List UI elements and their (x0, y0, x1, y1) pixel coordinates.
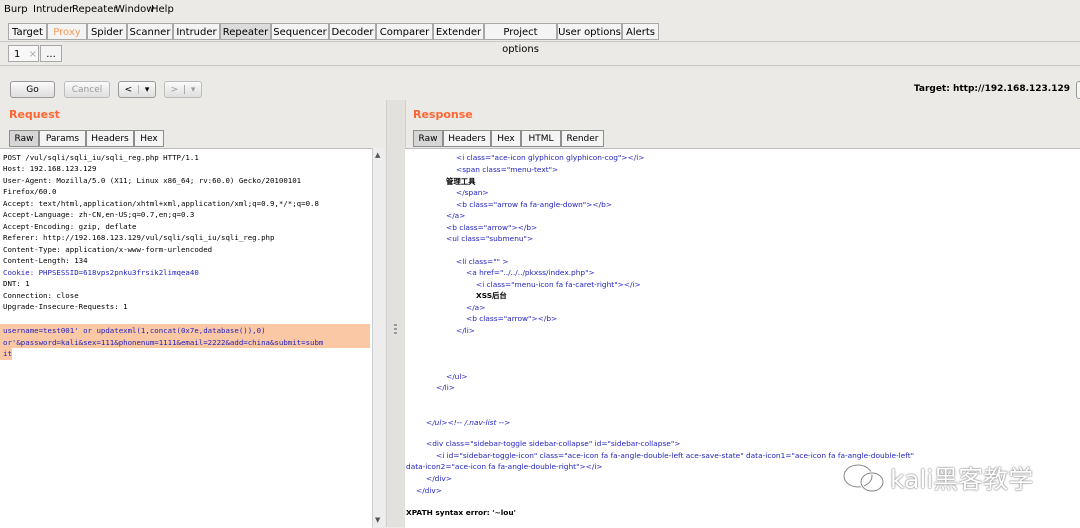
tab-target[interactable]: Target (8, 23, 47, 40)
response-tab-hex[interactable]: Hex (491, 130, 521, 147)
back-button[interactable]: < | ▾ (118, 81, 156, 98)
tab-repeater[interactable]: Repeater (220, 23, 271, 40)
forward-arrow-icon: > (170, 85, 179, 95)
chevron-down-icon: ▾ (144, 85, 150, 95)
response-line: <i class="ace-icon glyphicon glyphicon-c… (456, 153, 645, 162)
request-tab-raw[interactable]: Raw (9, 130, 39, 147)
tab-extender[interactable]: Extender (433, 23, 484, 40)
scroll-up-icon[interactable]: ▲ (375, 151, 380, 159)
xpath-error: XPATH syntax error: '~lou' (406, 508, 516, 517)
watermark-text: kali黑客教学 (890, 465, 1034, 494)
response-line: </span> (456, 188, 489, 197)
header-upgrade: Upgrade-Insecure-Requests: 1 (3, 302, 128, 311)
request-tab-hex[interactable]: Hex (134, 130, 164, 147)
wechat-icon (842, 463, 885, 493)
request-tab-params[interactable]: Params (39, 130, 86, 147)
menu-bar: Burp Intruder Repeater Window Help (0, 0, 1080, 20)
menu-burp[interactable]: Burp (4, 4, 28, 15)
request-body-line: or'&password=kali&sex=111&phonenum=1111&… (3, 338, 324, 347)
response-line: </ul> (446, 372, 468, 381)
response-line: </a> (466, 303, 486, 312)
menu-help[interactable]: Help (151, 4, 174, 15)
tab-sequencer[interactable]: Sequencer (271, 23, 329, 40)
header-host: Host: 192.168.123.129 (3, 164, 97, 173)
header-user-agent-cont: Firefox/60.0 (3, 187, 57, 196)
target-label: Target: http://192.168.123.129 (913, 84, 1070, 94)
header-content-type: Content-Type: application/x-www-form-url… (3, 245, 213, 254)
response-tab-raw[interactable]: Raw (413, 130, 443, 147)
request-editor[interactable]: POST /vul/sqli/sqli_iu/sqli_reg.php HTTP… (0, 148, 372, 528)
tab-alerts[interactable]: Alerts (622, 23, 659, 40)
header-cookie: Cookie: PHPSESSID=618vps2pnku3frsik2limq… (3, 268, 199, 277)
response-line: </li> (436, 383, 455, 392)
request-body-line: username=test001' or updatexml(1,concat(… (3, 326, 266, 335)
response-line: <i class="menu-icon fa fa-caret-right"><… (476, 280, 641, 289)
tool-tabs: Target Proxy Spider Scanner Intruder Rep… (0, 20, 1080, 55)
response-line: <b class="arrow fa fa-angle-down"></b> (456, 200, 612, 209)
response-line: 管理工具 (446, 177, 476, 186)
response-line: data-icon2="ace-icon fa fa-angle-double-… (406, 462, 603, 471)
tab-scanner[interactable]: Scanner (127, 23, 173, 40)
repeater-tab-label: 1 (14, 49, 21, 60)
go-button[interactable]: Go (10, 81, 55, 98)
tab-proxy[interactable]: Proxy (47, 23, 87, 40)
response-line: </div> (426, 474, 452, 483)
response-line: </a> (446, 211, 466, 220)
header-accept: Accept: text/html,application/xhtml+xml,… (3, 199, 319, 208)
split-pane-divider[interactable] (386, 100, 406, 527)
menu-repeater[interactable]: Repeater (72, 4, 117, 15)
header-dnt: DNT: 1 (3, 279, 30, 288)
new-tab-button[interactable]: ... (40, 45, 62, 62)
response-tab-html[interactable]: HTML (521, 130, 561, 147)
header-referer: Referer: http://192.168.123.129/vul/sqli… (3, 233, 275, 242)
cancel-button[interactable]: Cancel (64, 81, 110, 98)
menu-window[interactable]: Window (115, 4, 154, 15)
header-user-agent: User-Agent: Mozilla/5.0 (X11; Linux x86_… (3, 176, 302, 185)
tab-spider[interactable]: Spider (87, 23, 127, 40)
close-icon[interactable]: × (29, 49, 37, 60)
response-line: </div> (416, 486, 442, 495)
tab-user-options[interactable]: User options (557, 23, 622, 40)
request-line: POST /vul/sqli/sqli_iu/sqli_reg.php HTTP… (3, 153, 199, 162)
grip (394, 332, 397, 334)
chevron-down-icon: ▾ (190, 85, 196, 95)
repeater-tab-1[interactable]: 1 × (8, 45, 39, 62)
tab-comparer[interactable]: Comparer (376, 23, 433, 40)
header-accept-language: Accept-Language: zh-CN,en-US;q=0.7,en;q=… (3, 210, 195, 219)
tab-intruder[interactable]: Intruder (173, 23, 220, 40)
tab-project-options[interactable]: Project options (484, 23, 557, 55)
request-scrollbar[interactable]: ▲ ▼ (372, 148, 385, 527)
header-connection: Connection: close (3, 291, 79, 300)
response-line: <div class="sidebar-toggle sidebar-colla… (426, 439, 681, 448)
request-tab-headers[interactable]: Headers (86, 130, 134, 147)
response-tab-render[interactable]: Render (561, 130, 604, 147)
edit-target-button[interactable] (1076, 81, 1080, 99)
response-line: <i id="sidebar-toggle-icon" class="ace-i… (436, 451, 915, 460)
divider (0, 65, 1080, 66)
menu-intruder[interactable]: Intruder (33, 4, 73, 15)
response-line: <b class="arrow"></b> (466, 314, 558, 323)
response-line: <b class="arrow"></b> (446, 223, 538, 232)
scroll-down-icon[interactable]: ▼ (375, 516, 380, 524)
response-line: </li> (456, 326, 475, 335)
request-body-line: it (3, 349, 12, 358)
response-tab-headers[interactable]: Headers (443, 130, 491, 147)
grip (394, 328, 397, 330)
grip (394, 324, 397, 326)
repeater-tabs: 1 × ... (0, 42, 1080, 66)
response-line: <span class="menu-text"> (456, 165, 559, 174)
tab-decoder[interactable]: Decoder (329, 23, 376, 40)
forward-button[interactable]: > | ▾ (164, 81, 202, 98)
response-line: <li class="" > (456, 257, 509, 266)
request-title: Request (9, 108, 60, 121)
response-line: <ul class="submenu"> (446, 234, 534, 243)
back-arrow-icon: < (124, 85, 133, 95)
response-line: XSS后台 (476, 291, 507, 300)
response-title: Response (413, 108, 473, 121)
header-accept-encoding: Accept-Encoding: gzip, deflate (3, 222, 137, 231)
header-content-length: Content-Length: 134 (3, 256, 88, 265)
response-line: </ul><!-- /.nav-list --> (426, 418, 511, 427)
response-line: <a href="../../../pkxss/index.php"> (466, 268, 595, 277)
